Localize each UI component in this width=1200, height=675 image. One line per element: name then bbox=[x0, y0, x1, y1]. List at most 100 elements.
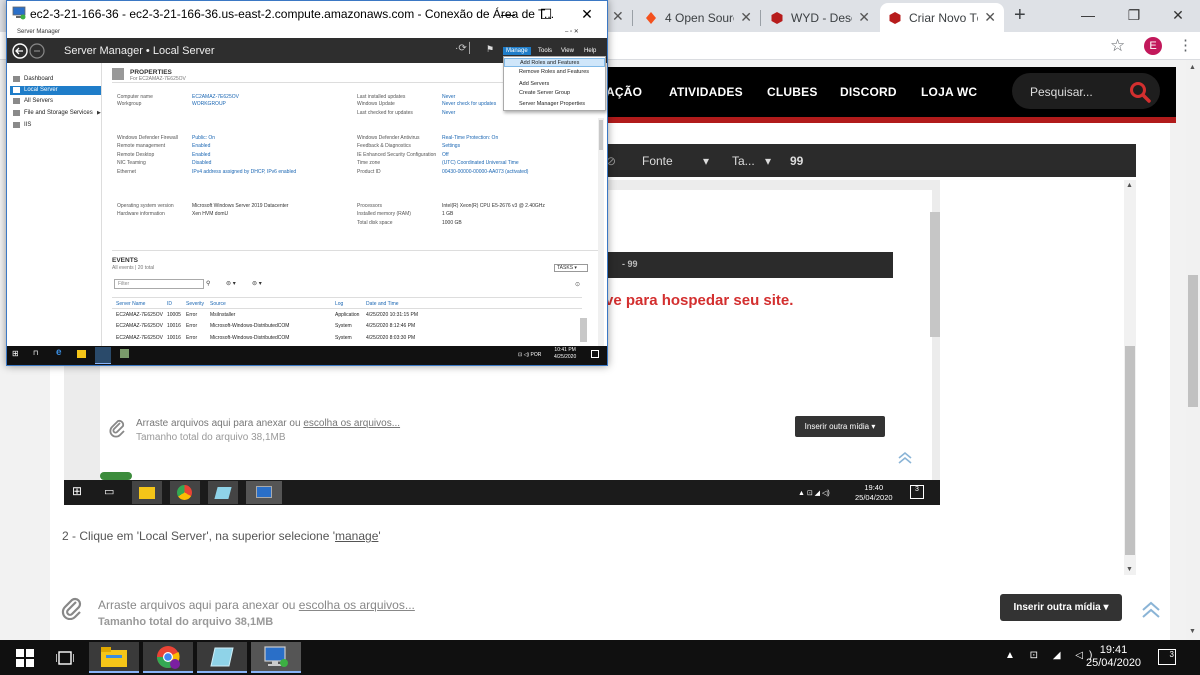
new-tab-button[interactable]: + bbox=[1014, 4, 1026, 27]
filter-options-icon[interactable]: ⊜ ▾ bbox=[226, 280, 236, 287]
menu-item-add-servers[interactable]: Add Servers bbox=[504, 80, 605, 89]
rdp-close-button[interactable]: ✕ bbox=[572, 4, 602, 24]
prop-value-link[interactable]: WORKGROUP bbox=[192, 101, 226, 107]
nav-item-clubes[interactable]: CLUBES bbox=[767, 85, 818, 99]
prop-value-link[interactable]: Enabled bbox=[192, 152, 210, 158]
remote-app-icon[interactable] bbox=[120, 349, 129, 358]
remote-system-tray[interactable]: ⊡ ◁) POR bbox=[518, 352, 541, 358]
scroll-up-icon[interactable]: ▲ bbox=[1126, 182, 1133, 189]
collapse-icon[interactable]: ⊙ bbox=[575, 281, 580, 288]
col-source[interactable]: Source bbox=[210, 301, 226, 307]
close-icon[interactable]: ✕ bbox=[858, 9, 870, 26]
prop-value-link[interactable]: Never bbox=[442, 94, 455, 100]
nav-item-discord[interactable]: DISCORD bbox=[840, 85, 897, 99]
notes-app-icon[interactable] bbox=[197, 642, 247, 673]
remote-desktop-icon[interactable] bbox=[251, 642, 301, 673]
prop-value-link[interactable]: Disabled bbox=[192, 160, 211, 166]
profile-avatar[interactable]: E bbox=[1144, 37, 1162, 55]
events-scrollbar[interactable] bbox=[580, 318, 587, 342]
server-manager-scrollbar[interactable] bbox=[598, 118, 604, 346]
partial-tab-close-icon[interactable]: ✕ bbox=[612, 8, 624, 25]
close-icon[interactable]: ✕ bbox=[740, 9, 752, 26]
star-icon[interactable]: ☆ bbox=[1110, 36, 1125, 56]
nav-item-acao[interactable]: AÇÃO bbox=[606, 85, 642, 99]
tasks-dropdown[interactable]: TASKS ▾ bbox=[554, 264, 588, 272]
chevron-down-icon[interactable]: ▾ bbox=[765, 154, 771, 168]
chevron-right-icon[interactable]: ▶ bbox=[97, 110, 101, 116]
remote-explorer-icon[interactable] bbox=[77, 350, 86, 358]
notification-center-icon[interactable]: 3 bbox=[1158, 649, 1176, 665]
size-dropdown[interactable]: Ta... bbox=[732, 154, 755, 168]
col-server-name[interactable]: Server Name bbox=[116, 301, 145, 307]
prop-value-link[interactable]: Public: On bbox=[192, 135, 215, 141]
menu-item-server-manager-properties[interactable]: Server Manager Properties bbox=[504, 100, 605, 109]
server-manager-window-controls[interactable]: – ▫ ✕ bbox=[565, 27, 579, 37]
prop-value-link[interactable]: Off bbox=[442, 152, 449, 158]
back-forward-icon[interactable] bbox=[11, 42, 51, 60]
prop-value-link[interactable]: EC2AMAZ-7E625OV bbox=[192, 94, 239, 100]
events-filter-input[interactable]: Filter bbox=[114, 279, 204, 289]
nav-file-storage[interactable]: File and Storage Services bbox=[10, 109, 101, 118]
double-chevron-up-icon[interactable] bbox=[1140, 600, 1162, 620]
remote-task-view-icon[interactable]: ⊓ bbox=[33, 349, 38, 357]
col-severity[interactable]: Severity bbox=[186, 301, 204, 307]
menu-item-add-roles[interactable]: Add Roles and Features bbox=[504, 58, 605, 67]
prop-value-link[interactable]: (UTC) Coordinated Universal Time bbox=[442, 160, 519, 166]
prop-value-link[interactable]: Settings bbox=[442, 143, 460, 149]
menu-manage[interactable]: Manage bbox=[503, 47, 531, 55]
kebab-menu-icon[interactable]: ⋮ bbox=[1178, 36, 1193, 54]
task-view-icon[interactable] bbox=[40, 642, 90, 673]
menu-item-remove-roles[interactable]: Remove Roles and Features bbox=[504, 68, 605, 77]
choose-files-link[interactable]: escolha os arquivos... bbox=[299, 598, 415, 612]
nav-local-server[interactable]: Local Server bbox=[10, 86, 101, 95]
prop-value-link[interactable]: Never bbox=[442, 110, 455, 116]
page-scrollbar-thumb[interactable] bbox=[1188, 275, 1198, 407]
refresh-icon[interactable]: ·⟳│ bbox=[455, 43, 473, 54]
prop-value-link[interactable]: 00430-00000-00000-AA073 (activated) bbox=[442, 169, 528, 175]
insert-media-button[interactable]: Inserir outra mídia ▾ bbox=[1000, 594, 1122, 621]
remote-edge-icon[interactable]: e bbox=[56, 347, 62, 358]
browser-maximize-button[interactable]: ❐ bbox=[1112, 2, 1156, 28]
browser-close-button[interactable]: ✕ bbox=[1156, 2, 1200, 28]
remote-server-manager-icon[interactable] bbox=[95, 347, 111, 364]
close-icon[interactable]: ✕ bbox=[984, 9, 996, 26]
menu-tools[interactable]: Tools bbox=[535, 47, 555, 55]
prop-value-link[interactable]: IPv4 address assigned by DHCP, IPv6 enab… bbox=[192, 169, 296, 175]
col-id[interactable]: ID bbox=[167, 301, 172, 307]
nav-iis[interactable]: IIS bbox=[10, 121, 101, 130]
nav-item-atividades[interactable]: ATIVIDADES bbox=[669, 85, 743, 99]
system-tray[interactable]: ▲ ⊡ ◢ ◁) bbox=[1005, 650, 1098, 661]
prop-value-link[interactable]: Enabled bbox=[192, 143, 210, 149]
editor-scrollbar-thumb[interactable] bbox=[1125, 346, 1135, 555]
save-query-icon[interactable]: ⊜ ▾ bbox=[252, 280, 262, 287]
tab-wyd[interactable]: WYD - Desenv ✕ bbox=[762, 3, 878, 32]
taskbar-clock[interactable]: 19:41 25/04/2020 bbox=[1086, 644, 1141, 670]
search-icon[interactable]: ⚲ bbox=[206, 280, 210, 287]
scroll-down-icon[interactable]: ▼ bbox=[1126, 566, 1133, 573]
scroll-up-icon[interactable]: ▲ bbox=[1189, 64, 1196, 71]
menu-item-create-server-group[interactable]: Create Server Group bbox=[504, 89, 605, 98]
nav-all-servers[interactable]: All Servers bbox=[10, 97, 101, 106]
server-manager-scrollbar-thumb[interactable] bbox=[599, 120, 603, 150]
quote-button[interactable]: 99 bbox=[790, 154, 803, 168]
table-row[interactable]: EC2AMAZ-7E625OV 10016 Error Microsoft-Wi… bbox=[112, 323, 578, 331]
chrome-icon[interactable] bbox=[143, 642, 193, 673]
table-row[interactable]: EC2AMAZ-7E625OV 10005 Error MsiInstaller… bbox=[112, 312, 578, 320]
nav-dashboard[interactable]: Dashboard bbox=[10, 75, 101, 84]
rdp-minimize-button[interactable]: — bbox=[493, 4, 523, 24]
chevron-down-icon[interactable]: ▾ bbox=[703, 154, 709, 168]
table-row[interactable]: EC2AMAZ-7E625OV 10016 Error Microsoft-Wi… bbox=[112, 335, 578, 343]
remote-start-icon[interactable]: ⊞ bbox=[12, 349, 19, 358]
rdp-maximize-button[interactable]: ☐ bbox=[531, 4, 561, 24]
menu-view[interactable]: View bbox=[558, 47, 577, 55]
browser-minimize-button[interactable]: — bbox=[1066, 2, 1110, 28]
remote-clock[interactable]: 10:41 PM 4/25/2020 bbox=[554, 347, 576, 361]
prop-value-link[interactable]: Never check for updates bbox=[442, 101, 496, 107]
scroll-down-icon[interactable]: ▼ bbox=[1189, 628, 1196, 635]
col-date[interactable]: Date and Time bbox=[366, 301, 399, 307]
prop-value-link[interactable]: Real-Time Protection: On bbox=[442, 135, 498, 141]
site-search-input[interactable]: Pesquisar... bbox=[1030, 85, 1093, 99]
remote-notification-icon[interactable] bbox=[591, 350, 599, 358]
file-explorer-icon[interactable] bbox=[89, 642, 139, 673]
col-log[interactable]: Log bbox=[335, 301, 343, 307]
